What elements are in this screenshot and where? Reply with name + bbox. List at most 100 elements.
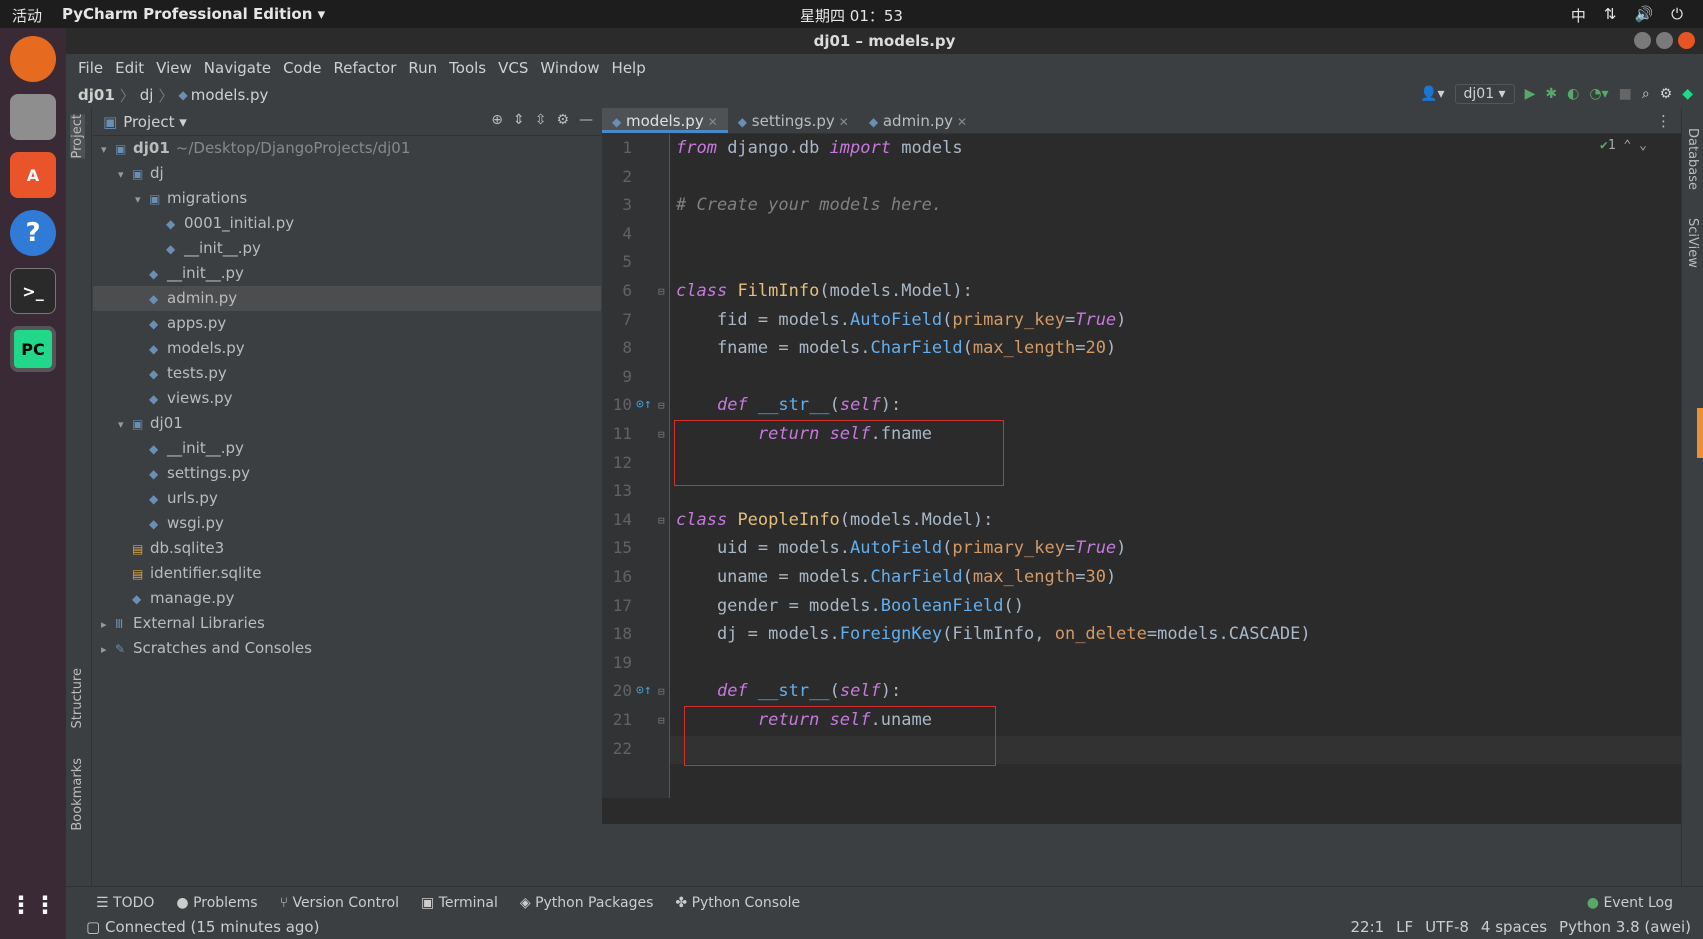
code-area[interactable]: 1 2 3 4 5 6 7 8 9 10 11 12 13 14 15 16 17 18 19 20 21 22 ⊙↑ ⊙↑ ⊟… [602, 134, 1681, 798]
pycharm-icon[interactable]: PC [10, 326, 56, 372]
close-button[interactable] [1678, 32, 1695, 49]
power-icon[interactable]: ⏻ [1671, 5, 1683, 26]
locate-icon[interactable]: ⊕ [491, 112, 503, 128]
tree-item[interactable]: ▸ ✎ Scratches and Consoles [93, 636, 601, 661]
code-line[interactable]: class FilmInfo(models.Model): [676, 281, 973, 301]
maximize-button[interactable] [1656, 32, 1673, 49]
project-tool-tab[interactable]: Project [70, 114, 85, 159]
inspection-widget[interactable]: ✔1 ⌃ ⌄ [1600, 138, 1647, 153]
tree-item[interactable]: ◆ 0001_initial.py [93, 211, 601, 236]
code-line[interactable]: class PeopleInfo(models.Model): [676, 510, 993, 530]
tree-item[interactable]: ▤ db.sqlite3 [93, 536, 601, 561]
file-encoding[interactable]: UTF-8 [1425, 918, 1469, 936]
code-line[interactable]: fid = models.AutoField(primary_key=True) [676, 310, 1126, 330]
terminal-icon[interactable]: >_ [10, 268, 56, 314]
tree-item[interactable]: ◆ __init__.py [93, 261, 601, 286]
user-icon[interactable]: 👤▾ [1420, 86, 1444, 102]
expand-arrow-icon[interactable]: ▾ [118, 162, 132, 187]
tree-item[interactable]: ▾ ▣ migrations [93, 186, 601, 211]
close-tab-icon[interactable]: ✕ [839, 115, 849, 129]
tree-item[interactable]: ▾ ▣ dj01 [93, 411, 601, 436]
activities-button[interactable]: 活动 [12, 5, 42, 26]
expand-arrow-icon[interactable]: ▾ [101, 137, 115, 162]
system-tray[interactable]: 中 ⇅ 🔊 ⏻ [1571, 5, 1683, 26]
menu-vcs[interactable]: VCS [492, 59, 534, 77]
tab-settings[interactable]: ◆ settings.py ✕ [728, 108, 859, 133]
show-apps-icon[interactable]: ⋮⋮ [9, 882, 57, 928]
network-icon[interactable]: ⇅ [1604, 5, 1617, 26]
breadcrumb-file[interactable]: models.py [191, 86, 269, 104]
line-separator[interactable]: LF [1396, 918, 1413, 936]
tree-item[interactable]: ◆ tests.py [93, 361, 601, 386]
python-console-tool-button[interactable]: ✤ Python Console [675, 895, 800, 911]
run-icon[interactable]: ▶ [1525, 86, 1536, 102]
code-line[interactable]: # Create your models here. [676, 195, 942, 215]
file-manager-icon[interactable] [10, 94, 56, 140]
coverage-icon[interactable]: ◐ [1567, 86, 1579, 102]
code-line[interactable]: def __str__(self): [676, 395, 901, 415]
tree-item[interactable]: ▸ Ⅲ External Libraries [93, 611, 601, 636]
fold-marker-icon[interactable]: ⊟ [658, 714, 665, 727]
expand-arrow-icon[interactable]: ▾ [135, 187, 149, 212]
stop-icon[interactable]: ■ [1619, 86, 1632, 102]
caret-position[interactable]: 22:1 [1350, 918, 1384, 936]
code-line[interactable]: fname = models.CharField(max_length=20) [676, 338, 1116, 358]
python-packages-tool-button[interactable]: ◈ Python Packages [520, 895, 654, 911]
fold-marker-icon[interactable]: ⊟ [658, 399, 665, 412]
code-line[interactable]: gender = models.BooleanField() [676, 596, 1024, 616]
tree-item[interactable]: ◆ urls.py [93, 486, 601, 511]
software-center-icon[interactable]: A [10, 152, 56, 198]
run-config-select[interactable]: dj01 ▾ [1454, 84, 1515, 104]
database-tool-tab[interactable]: Database [1685, 128, 1700, 190]
input-method-indicator[interactable]: 中 [1571, 5, 1586, 26]
override-method-icon[interactable]: ⊙↑ [636, 397, 652, 412]
search-icon[interactable]: ⌕ [1642, 86, 1650, 102]
tree-item[interactable]: ◆ wsgi.py [93, 511, 601, 536]
firefox-icon[interactable] [10, 36, 56, 82]
code-line[interactable]: def __str__(self): [676, 681, 901, 701]
menu-refactor[interactable]: Refactor [327, 59, 402, 77]
hide-icon[interactable]: — [579, 112, 593, 128]
expand-arrow-icon[interactable]: ▸ [101, 637, 115, 662]
menu-navigate[interactable]: Navigate [198, 59, 277, 77]
override-method-icon[interactable]: ⊙↑ [636, 683, 652, 698]
tree-item[interactable]: ◆ models.py [93, 336, 601, 361]
fold-marker-icon[interactable]: ⊟ [658, 514, 665, 527]
tab-admin[interactable]: ◆ admin.py ✕ [859, 108, 977, 133]
bookmarks-tool-tab[interactable]: Bookmarks [70, 758, 85, 831]
window-title-bar[interactable]: dj01 – models.py [66, 28, 1703, 54]
fold-marker-icon[interactable]: ⊟ [658, 428, 665, 441]
interpreter-selector[interactable]: Python 3.8 (awei) [1559, 918, 1691, 936]
status-message[interactable]: ▢ Connected (15 minutes ago) [86, 918, 319, 936]
close-tab-icon[interactable]: ✕ [708, 115, 718, 129]
tab-models[interactable]: ◆ models.py ✕ [602, 108, 728, 133]
menu-file[interactable]: File [72, 59, 109, 77]
tree-item[interactable]: ◆ __init__.py [93, 236, 601, 261]
tree-item[interactable]: ◆ views.py [93, 386, 601, 411]
tree-item[interactable]: ▤ identifier.sqlite [93, 561, 601, 586]
code-line[interactable]: uid = models.AutoField(primary_key=True) [676, 538, 1126, 558]
code-line[interactable]: return self.fname [676, 424, 932, 444]
menu-run[interactable]: Run [402, 59, 443, 77]
expand-arrow-icon[interactable]: ▾ [118, 412, 132, 437]
close-tab-icon[interactable]: ✕ [957, 115, 967, 129]
tree-item[interactable]: ◆ admin.py [93, 286, 601, 311]
breadcrumb-folder[interactable]: dj [140, 86, 154, 104]
gear-icon[interactable]: ⚙ [556, 112, 569, 128]
tree-item[interactable]: ▾ ▣ dj01 ~/Desktop/DjangoProjects/dj01 [93, 136, 601, 161]
todo-tool-button[interactable]: ☰ TODO [96, 895, 154, 911]
breadcrumb-project[interactable]: dj01 [78, 86, 115, 104]
app-menu[interactable]: PyCharm Professional Edition ▾ [62, 5, 325, 23]
expand-all-icon[interactable]: ⇕ [513, 112, 525, 128]
sciview-tool-tab[interactable]: SciView [1685, 218, 1700, 268]
event-log-button[interactable]: ● Event Log [1587, 895, 1673, 911]
menu-view[interactable]: View [150, 59, 198, 77]
fold-marker-icon[interactable]: ⊟ [658, 285, 665, 298]
terminal-tool-button[interactable]: ▣ Terminal [421, 895, 498, 911]
profile-icon[interactable]: ◔▾ [1589, 86, 1608, 102]
code-line[interactable]: from django.db import models [676, 138, 963, 158]
minimize-button[interactable] [1634, 32, 1651, 49]
menu-edit[interactable]: Edit [109, 59, 150, 77]
menu-tools[interactable]: Tools [443, 59, 492, 77]
tree-item[interactable]: ◆ manage.py [93, 586, 601, 611]
